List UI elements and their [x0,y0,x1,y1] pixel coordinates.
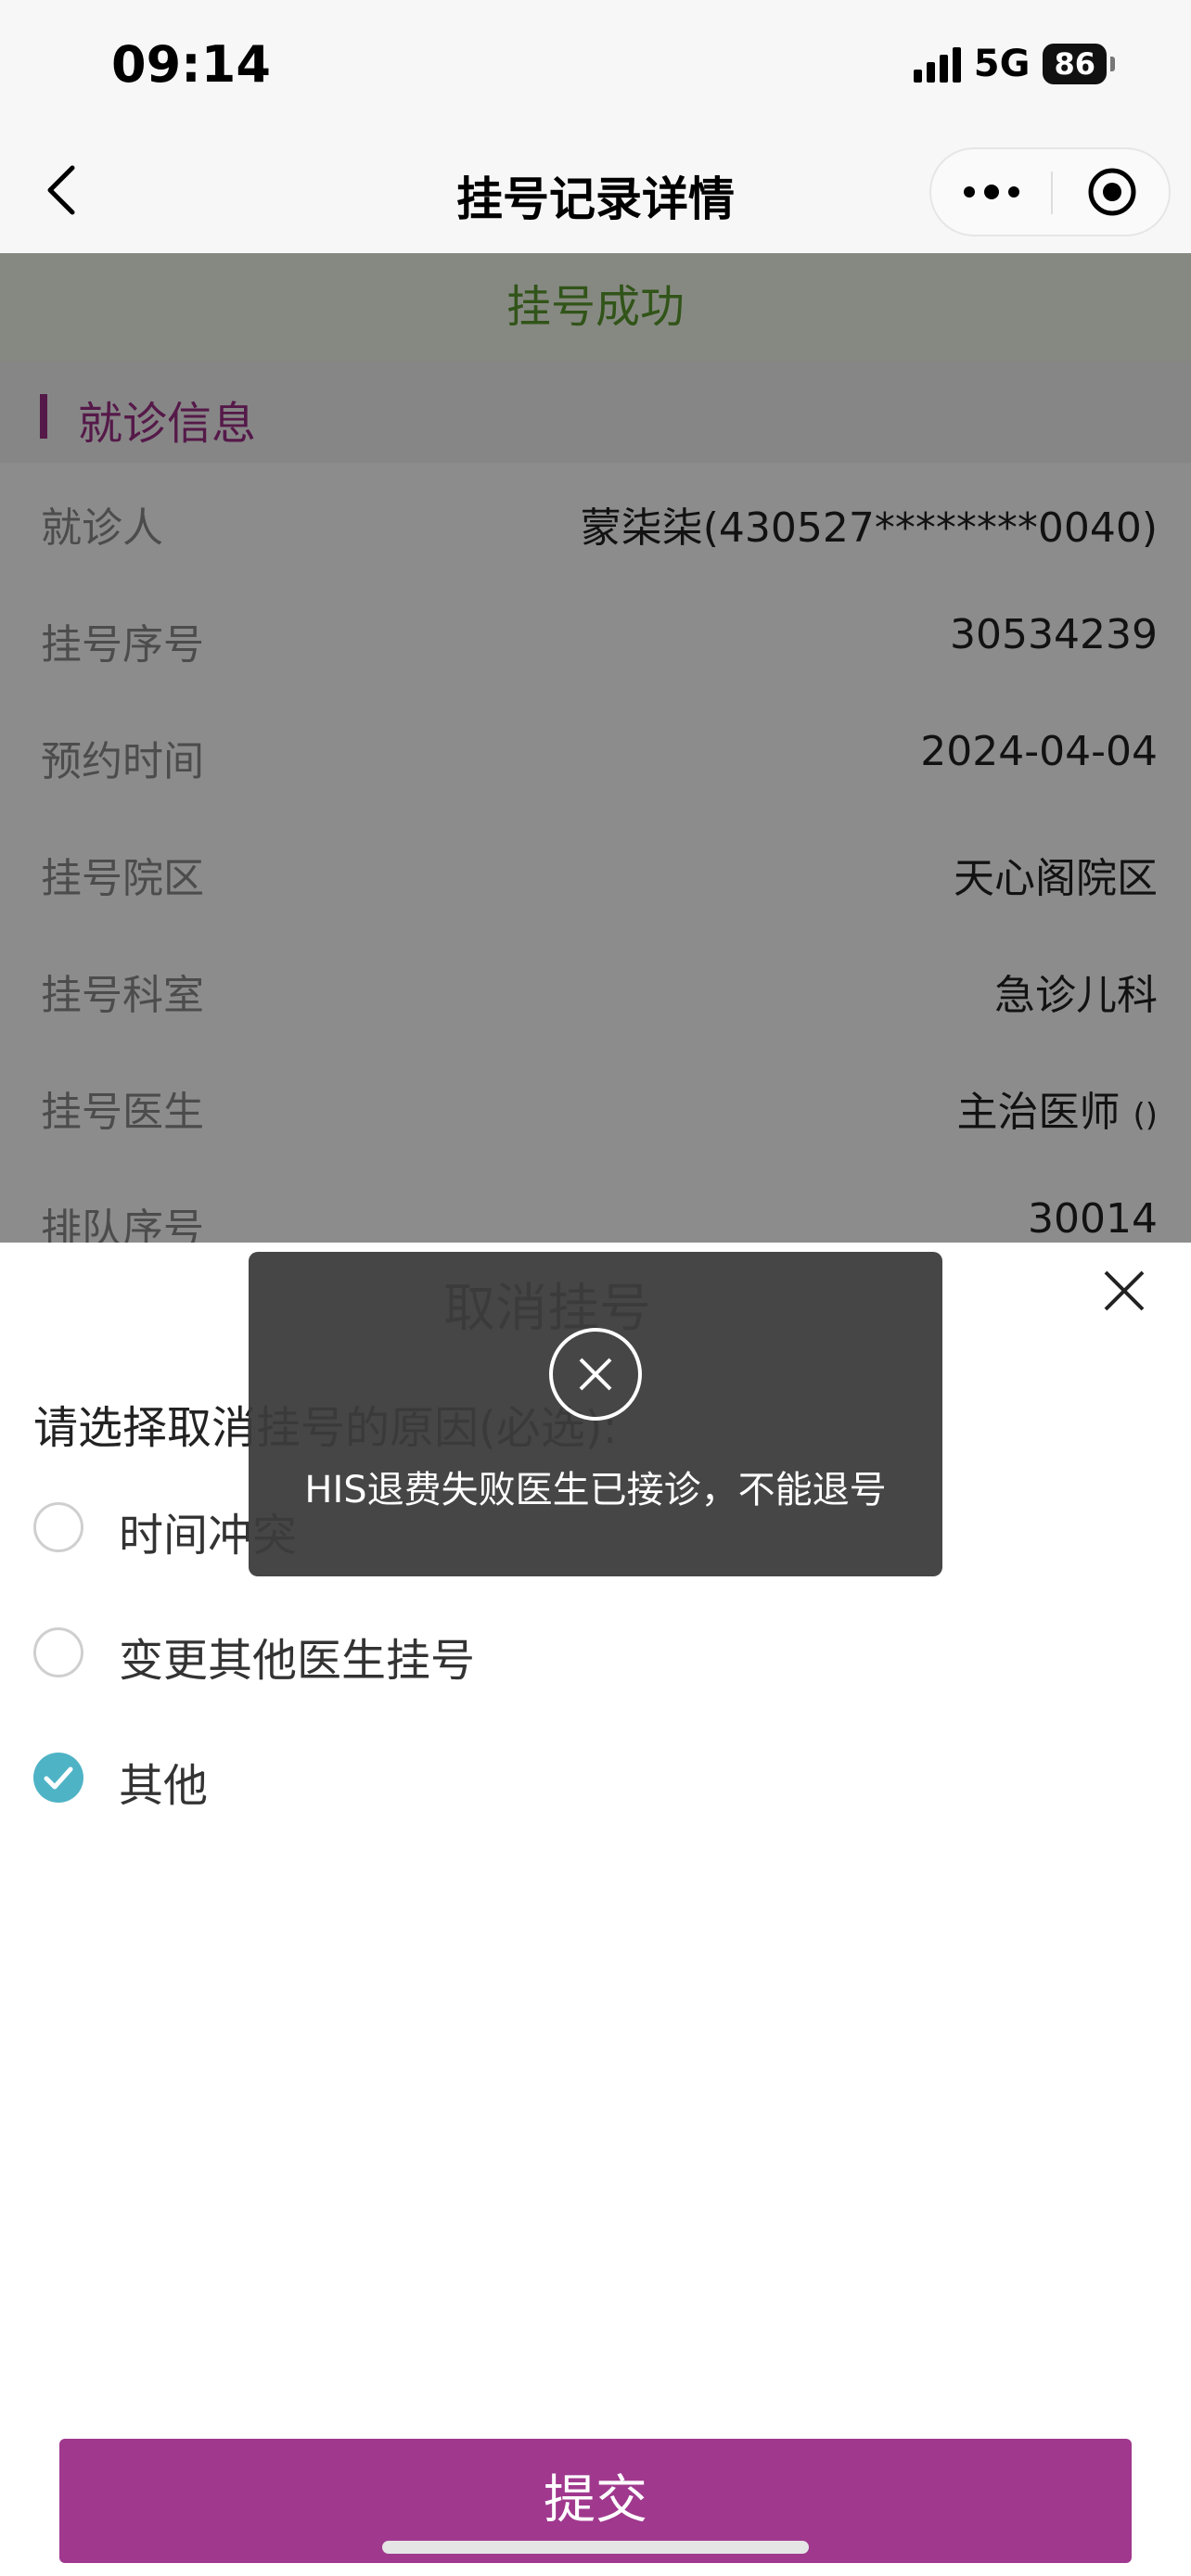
checkmark-icon [44,1766,73,1790]
status-bar: 09:14 5G 86 [0,0,1191,134]
more-dots-icon [964,185,1019,199]
status-time: 09:14 [111,35,271,94]
option-label: 其他 [119,1760,209,1812]
network-type: 5G [973,43,1031,85]
signal-icon [913,45,961,83]
error-toast: HIS退费失败医生已接诊，不能退号 [249,1252,942,1576]
status-icons: 5G 86 [913,43,1115,85]
radio-button[interactable] [33,1502,83,1552]
radio-button[interactable] [33,1627,83,1677]
toast-message: HIS退费失败医生已接诊，不能退号 [304,1469,887,1511]
more-button[interactable] [931,149,1052,235]
radio-button-checked[interactable] [33,1753,83,1803]
battery-icon: 86 [1043,44,1107,84]
modal-overlay[interactable] [0,253,1191,1243]
option-other[interactable]: 其他 [33,1743,868,1817]
battery-cap [1110,57,1115,71]
error-circle-icon [549,1328,642,1421]
nav-bar: 挂号记录详情 [0,134,1191,253]
option-label: 变更其他医生挂号 [119,1635,476,1687]
option-change-doctor[interactable]: 变更其他医生挂号 [33,1618,868,1692]
home-indicator [382,2541,809,2554]
close-miniprogram-button[interactable] [1052,149,1172,235]
close-icon[interactable] [1096,1263,1152,1319]
target-circle-icon [1088,168,1136,216]
mini-program-capsule [929,147,1171,236]
